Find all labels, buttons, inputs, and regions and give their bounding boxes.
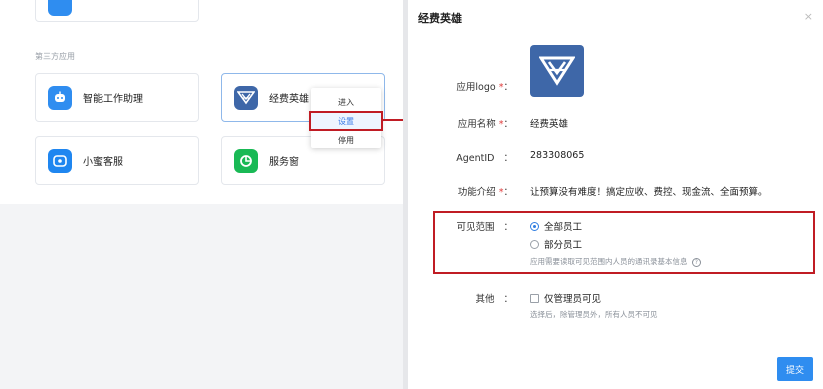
- app-name: 服务窗: [269, 157, 299, 168]
- submit-button[interactable]: 提交: [777, 357, 813, 381]
- intro-value: 让预算没有难度！搞定应收、费控、现金流、全面预算。: [530, 187, 768, 198]
- colon: ：: [503, 153, 513, 164]
- app-logo-upload[interactable]: [530, 45, 584, 97]
- close-icon[interactable]: ×: [804, 10, 813, 23]
- intro-label-text: 功能介绍: [457, 187, 496, 198]
- name-label: 应用名称 *：: [418, 116, 513, 130]
- settings-dialog: 经费英雄 × 应用logo *： 应用名称 *： 经费英雄 AgentID ： …: [408, 0, 823, 389]
- other-label-text: 其他: [475, 294, 495, 305]
- other-label: 其他 ：: [418, 291, 513, 305]
- window-icon: [234, 148, 258, 173]
- agentid-value: 283308065: [530, 150, 585, 161]
- colon: ：: [503, 187, 513, 198]
- annotation-highlight-box: [433, 211, 815, 274]
- annotation-line: [381, 119, 405, 121]
- app-name-value: 经费英雄: [530, 119, 569, 130]
- hero-logo-icon: [234, 85, 258, 110]
- service-icon: [48, 148, 72, 173]
- dialog-title: 经费英雄: [418, 12, 462, 25]
- app-name: 智能工作助理: [83, 94, 143, 105]
- app-name: 小蜜客服: [83, 157, 123, 168]
- menu-item-settings[interactable]: 设置: [309, 111, 383, 131]
- admin-only-checkbox[interactable]: 仅管理员可见: [530, 291, 601, 305]
- agentid-label-text: AgentID: [456, 153, 495, 164]
- admin-only-label: 仅管理员可见: [544, 294, 602, 305]
- app-context-menu: 进入 设置 停用: [309, 88, 383, 148]
- colon: ：: [503, 82, 513, 93]
- robot-icon: [48, 85, 72, 110]
- app-partial-icon: [48, 0, 72, 16]
- menu-item-enter[interactable]: 进入: [311, 94, 381, 110]
- app-list-panel: 第三方应用 智能工作助理 经费英雄 小蜜客服 服务窗 进入 设置 停用: [0, 0, 403, 389]
- logo-label-text: 应用logo: [456, 82, 496, 93]
- colon: ：: [503, 294, 513, 305]
- admin-hint: 选择后，除管理员外，所有人员不可见: [530, 310, 658, 319]
- checkbox-icon: [530, 294, 539, 303]
- app-card-service[interactable]: 小蜜客服: [35, 136, 199, 185]
- agentid-label: AgentID ：: [418, 150, 513, 164]
- app-card-partial[interactable]: [35, 0, 199, 22]
- app-name: 经费英雄: [269, 94, 309, 105]
- app-card-assistant[interactable]: 智能工作助理: [35, 73, 199, 122]
- section-title: 第三方应用: [35, 52, 75, 61]
- intro-label: 功能介绍 *：: [418, 184, 513, 198]
- name-label-text: 应用名称: [457, 119, 496, 130]
- logo-label: 应用logo *：: [418, 79, 513, 93]
- menu-item-disable[interactable]: 停用: [311, 132, 381, 148]
- hero-logo-icon: [539, 56, 575, 86]
- colon: ：: [503, 119, 513, 130]
